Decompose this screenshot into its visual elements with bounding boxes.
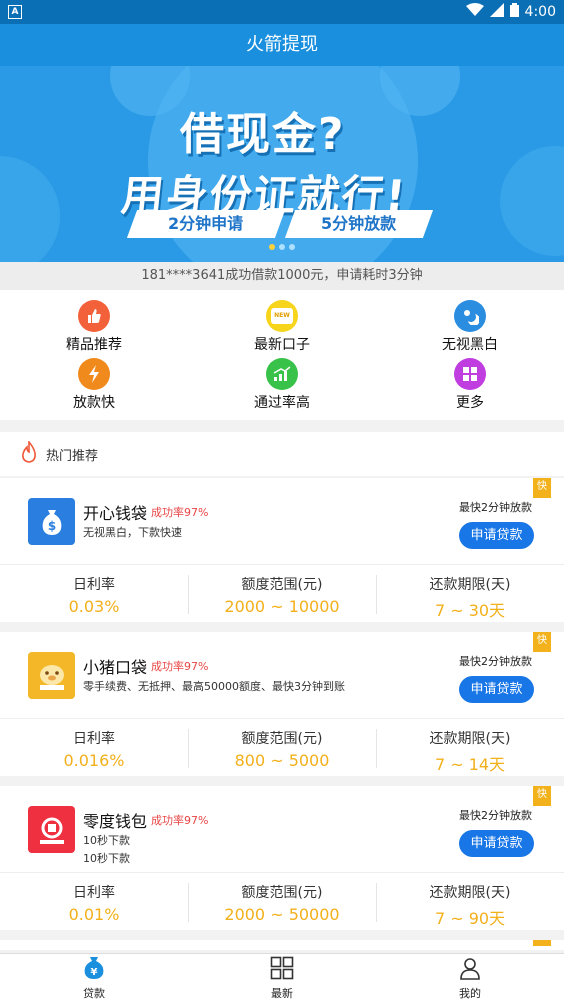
repay-term-value: 7 ~ 14天 <box>434 755 506 774</box>
product-logo-icon <box>28 652 75 699</box>
success-rate: 成功率97% <box>151 506 209 519</box>
fast-tag: 快 <box>533 786 551 806</box>
tab-loans[interactable]: ¥ 贷款 <box>0 954 188 1002</box>
status-time: 4:00 <box>524 4 556 20</box>
stat-label: 额度范围(元) <box>241 577 323 593</box>
amount-range-value: 2000 ~ 10000 <box>224 597 340 616</box>
person-icon <box>458 956 482 983</box>
product-card-partial <box>0 940 564 950</box>
pager-dot <box>279 244 285 250</box>
trend-chart-icon <box>266 358 298 390</box>
banner-headline: 借现金? <box>180 109 346 160</box>
new-badge-icon: NEW <box>266 300 298 332</box>
svg-text:$: $ <box>47 519 55 533</box>
product-name: 小猪口袋 <box>83 658 148 677</box>
product-stats: 日利率 0.016% 额度范围(元) 800 ~ 5000 还款期限(天) 7 ~ 1… <box>0 719 564 776</box>
product-description: 无视黑白，下款快速 <box>83 526 182 539</box>
product-logo-icon <box>28 806 75 853</box>
banner-pill-apply: 2分钟申请 <box>126 210 286 238</box>
category-newest[interactable]: NEW 最新口子 <box>188 300 376 354</box>
stat-label: 日利率 <box>73 885 115 901</box>
hot-section-header: 热门推荐 <box>0 432 564 476</box>
amount-range-value: 800 ~ 5000 <box>234 751 330 770</box>
category-featured[interactable]: 精品推荐 <box>0 300 188 354</box>
product-card[interactable]: 快 零度钱包 成功率97% 10秒下款 10秒下款 最快2分钟放款 申请贷款 日利… <box>0 786 564 930</box>
apply-loan-button[interactable]: 申请贷款 <box>459 676 534 703</box>
product-name: 开心钱袋 <box>83 504 148 523</box>
pager-dot <box>269 244 275 250</box>
stat-label: 额度范围(元) <box>241 731 323 747</box>
stat-label: 日利率 <box>73 577 115 593</box>
grid-icon <box>270 956 294 983</box>
fast-tag: 快 <box>533 632 551 652</box>
thumbs-up-icon <box>78 300 110 332</box>
product-description: 零手续费、无抵押、最高50000额度、最快3分钟到账 <box>83 680 345 693</box>
promo-banner[interactable]: 借现金? 用身份证就行! 2分钟申请 5分钟放款 <box>0 66 564 262</box>
daily-rate-value: 0.03% <box>68 597 120 616</box>
fast-disburse-label: 最快2分钟放款 <box>459 655 532 668</box>
product-card[interactable]: 快 $ 开心钱袋 成功率97% 无视黑白，下款快速 最快2分钟放款 申请贷款 日… <box>0 478 564 622</box>
repay-term-value: 7 ~ 90天 <box>434 909 506 928</box>
repay-term-value: 7 ~ 30天 <box>434 601 506 620</box>
battery-icon <box>509 3 519 21</box>
success-rate: 成功率97% <box>151 814 209 827</box>
svg-text:¥: ¥ <box>91 967 98 978</box>
hot-section-title: 热门推荐 <box>46 448 99 464</box>
stat-label: 还款期限(天) <box>429 731 511 747</box>
product-description: 10秒下款 10秒下款 <box>83 834 130 865</box>
apply-loan-button[interactable]: 申请贷款 <box>459 830 534 857</box>
daily-rate-value: 0.016% <box>63 751 125 770</box>
daily-rate-value: 0.01% <box>68 905 120 924</box>
success-rate: 成功率97% <box>151 660 209 673</box>
fast-tag: 快 <box>533 478 551 498</box>
product-logo-icon: $ <box>28 498 75 545</box>
lightning-icon <box>78 358 110 390</box>
bottom-tab-bar: ¥ 贷款 最新 我的 <box>0 953 564 1002</box>
sun-moon-icon <box>454 300 486 332</box>
category-more[interactable]: 更多 <box>376 358 564 412</box>
apply-loan-button[interactable]: 申请贷款 <box>459 522 534 549</box>
category-high-approval[interactable]: 通过率高 <box>188 358 376 412</box>
product-stats: 日利率 0.01% 额度范围(元) 2000 ~ 50000 还款期限(天) 7 ~ … <box>0 873 564 930</box>
app-title: 火箭提现 <box>0 24 564 66</box>
category-grid: 精品推荐 NEW 最新口子 无视黑白 放款快 通过率高 更多 <box>0 290 564 420</box>
grid-more-icon <box>454 358 486 390</box>
signal-icon <box>489 3 504 21</box>
notification-a-icon: A <box>8 5 22 19</box>
category-no-credit-check[interactable]: 无视黑白 <box>376 300 564 354</box>
stat-label: 日利率 <box>73 731 115 747</box>
pager-dot <box>289 244 295 250</box>
amount-range-value: 2000 ~ 50000 <box>224 905 340 924</box>
category-fast-disburse[interactable]: 放款快 <box>0 358 188 412</box>
fast-disburse-label: 最快2分钟放款 <box>459 809 532 822</box>
wifi-icon <box>465 3 484 21</box>
loan-yen-icon: ¥ <box>81 956 107 983</box>
status-bar: A 4:00 <box>0 0 564 24</box>
loan-ticker: 181****3641成功借款1000元，申请耗时3分钟 <box>0 262 564 290</box>
stat-label: 还款期限(天) <box>429 577 511 593</box>
flame-icon <box>20 439 38 467</box>
tab-mine[interactable]: 我的 <box>376 954 564 1002</box>
stat-label: 还款期限(天) <box>429 885 511 901</box>
product-stats: 日利率 0.03% 额度范围(元) 2000 ~ 10000 还款期限(天) 7 ~ … <box>0 565 564 622</box>
banner-pill-disburse: 5分钟放款 <box>284 210 434 238</box>
product-card[interactable]: 快 小猪口袋 成功率97% 零手续费、无抵押、最高50000额度、最快3分钟到账… <box>0 632 564 776</box>
tab-latest[interactable]: 最新 <box>188 954 376 1002</box>
banner-pager-dots <box>0 235 564 254</box>
stat-label: 额度范围(元) <box>241 885 323 901</box>
product-name: 零度钱包 <box>83 812 148 831</box>
fast-disburse-label: 最快2分钟放款 <box>459 501 532 514</box>
